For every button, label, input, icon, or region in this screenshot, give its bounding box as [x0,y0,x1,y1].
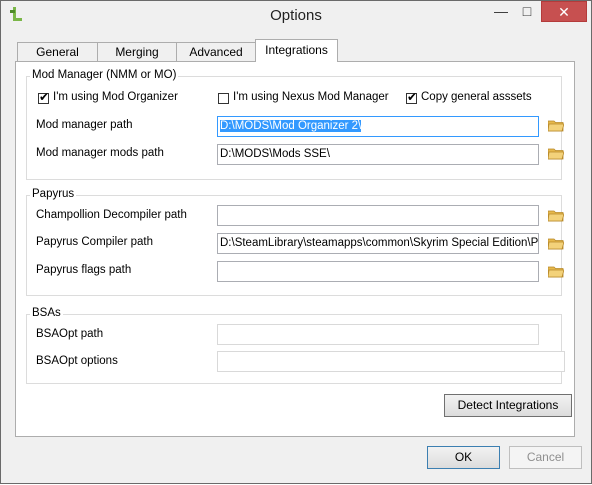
integrations-panel: Mod Manager (NMM or MO) ✔ I'm using Mod … [15,61,575,437]
mods-path-field[interactable]: D:\MODS\Mods SSE\ [217,144,539,165]
nexus-mod-manager-label[interactable]: I'm using Nexus Mod Manager [233,91,389,103]
flags-path-label: Papyrus flags path [36,264,132,276]
minimize-button[interactable]: — [488,1,514,22]
copy-assets-label[interactable]: Copy general asssets [421,91,532,103]
decompiler-path-label: Champollion Decompiler path [36,209,187,221]
bsaopt-path-label: BSAOpt path [36,328,104,340]
title-bar[interactable]: Options — □ ✕ [1,1,591,29]
close-button[interactable]: ✕ [541,1,587,22]
bsaopt-path-field[interactable] [217,324,539,345]
checkmark-icon: ✔ [407,90,418,104]
ok-button[interactable]: OK [427,446,500,469]
browse-folder-icon[interactable] [548,210,564,222]
tab-general[interactable]: General [17,42,98,61]
mod-manager-path-value: D:\MODS\Mod Organizer 2\ [220,120,362,132]
compiler-path-field[interactable]: D:\SteamLibrary\steamapps\common\Skyrim … [217,233,539,254]
mods-path-label: Mod manager mods path [36,147,164,159]
bsaopt-options-field[interactable] [217,351,565,372]
maximize-button[interactable]: □ [514,1,540,22]
tab-merging[interactable]: Merging [97,42,177,61]
decompiler-path-field[interactable] [217,205,539,226]
browse-folder-icon[interactable] [548,238,564,250]
mod-manager-path-label: Mod manager path [36,119,133,131]
detect-integrations-button[interactable]: Detect Integrations [444,394,572,417]
browse-folder-icon[interactable] [548,120,564,132]
mod-organizer-label[interactable]: I'm using Mod Organizer [53,91,178,103]
tab-advanced[interactable]: Advanced [176,42,256,61]
copy-assets-checkbox[interactable]: ✔ [406,90,418,104]
cancel-button[interactable]: Cancel [509,446,582,469]
browse-folder-icon[interactable] [548,266,564,278]
browse-folder-icon[interactable] [548,148,564,160]
mod-manager-group-label: Mod Manager (NMM or MO) [30,69,179,81]
bsaopt-options-label: BSAOpt options [36,355,118,367]
options-window: Options — □ ✕ General Merging Advanced I… [0,0,592,484]
flags-path-field[interactable] [217,261,539,282]
papyrus-group-label: Papyrus [30,188,77,200]
nexus-mod-manager-checkbox[interactable] [218,93,229,104]
mod-manager-path-field[interactable]: D:\MODS\Mod Organizer 2\ [217,116,539,137]
mod-organizer-checkbox[interactable]: ✔ [38,90,50,104]
compiler-path-label: Papyrus Compiler path [36,236,153,248]
tab-integrations[interactable]: Integrations [255,39,338,62]
checkmark-icon: ✔ [39,90,50,104]
bsas-group-label: BSAs [30,307,63,319]
